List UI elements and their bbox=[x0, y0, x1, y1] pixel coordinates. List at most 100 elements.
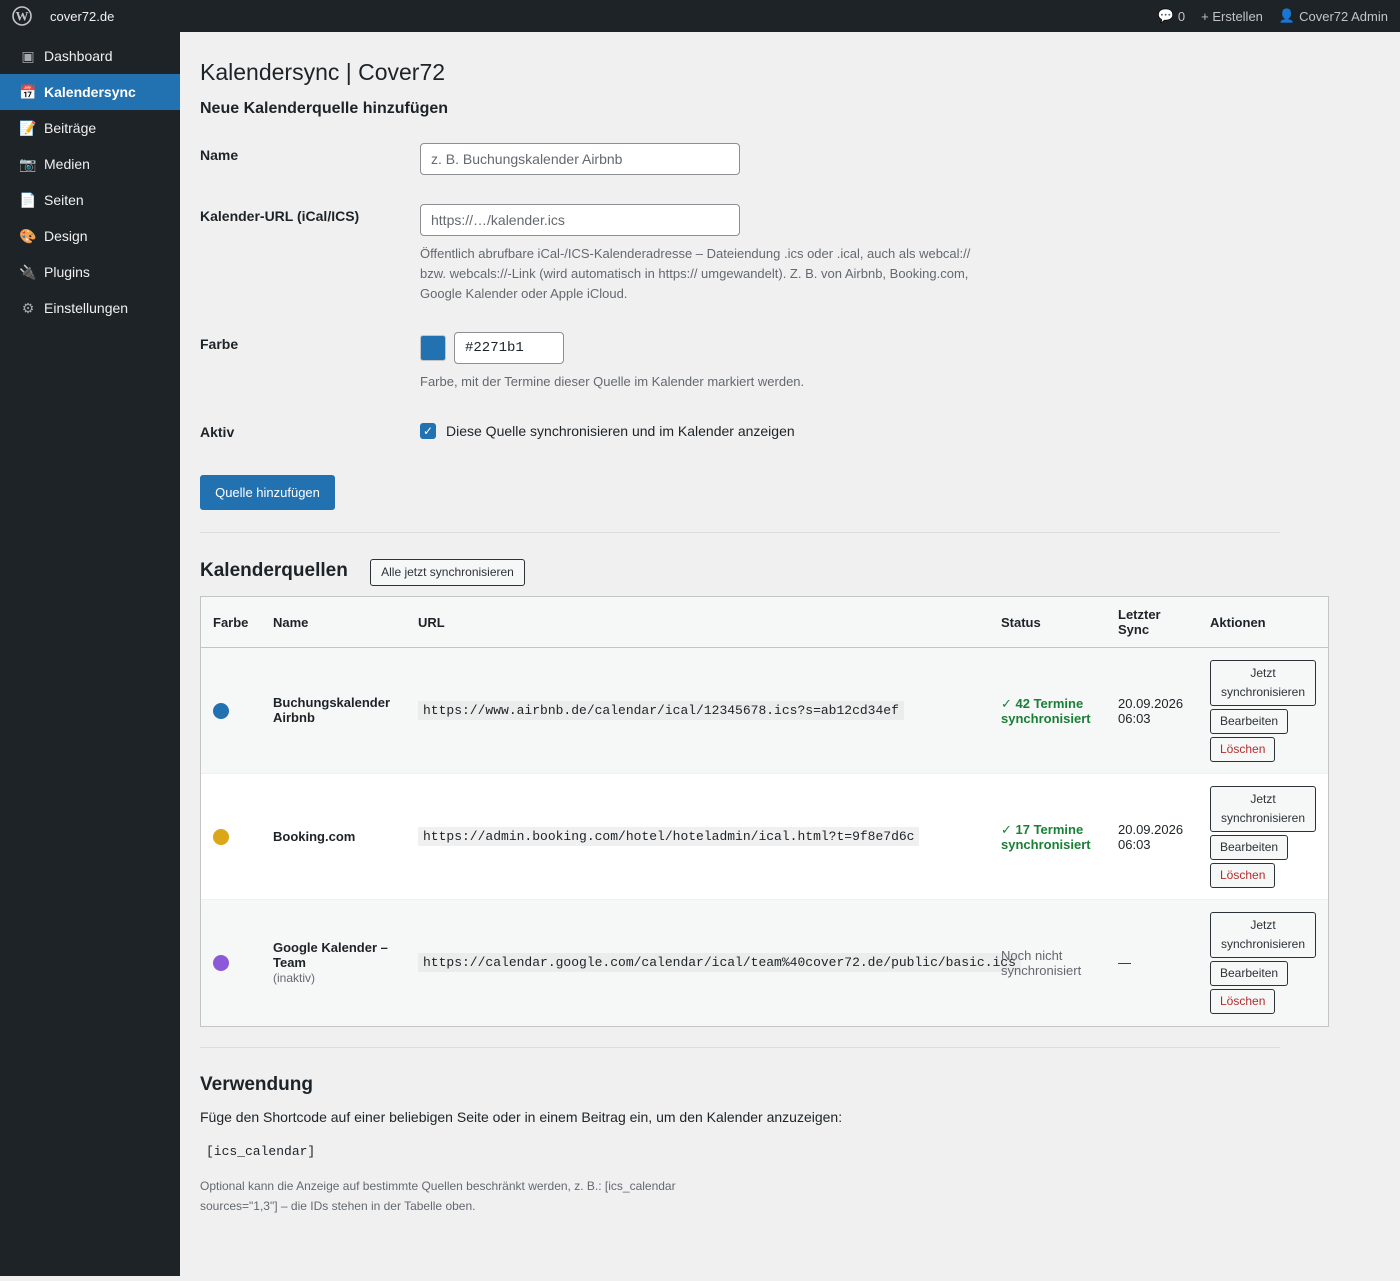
url-description: Öffentlich abrufbare iCal-/ICS-Kalendera… bbox=[420, 246, 971, 301]
edit-button[interactable]: Bearbeiten bbox=[1210, 708, 1289, 734]
main-content: Kalendersync | Cover72 Neue Kalenderquel… bbox=[180, 32, 1400, 1276]
color-description: Farbe, mit der Termine dieser Quelle im … bbox=[420, 374, 805, 389]
status-line2: synchronisiert bbox=[1001, 962, 1082, 978]
delete-button[interactable]: Löschen bbox=[1210, 862, 1276, 888]
delete-button[interactable]: Löschen bbox=[1210, 988, 1276, 1014]
col-last-sync-line2: Sync bbox=[1118, 622, 1150, 637]
user-icon: 👤 bbox=[1278, 8, 1296, 23]
source-url: https://calendar.google.com/calendar/ica… bbox=[418, 953, 1021, 972]
status-line2: synchronisiert bbox=[1001, 710, 1091, 726]
media-icon: 📷 bbox=[19, 155, 37, 172]
source-name-line2: Airbnb bbox=[273, 710, 315, 725]
sidebar-item-label: Einstellungen bbox=[44, 300, 129, 316]
col-last-sync-line1: Letzter bbox=[1118, 607, 1161, 622]
comments-count: 0 bbox=[1177, 8, 1186, 24]
admin-bar: W cover72.de 💬 0 + Erstellen 👤 Cover72 A… bbox=[0, 0, 1400, 32]
last-sync-date: 20.09.2026 bbox=[1118, 821, 1184, 837]
sync-now-line2: synchronisieren bbox=[1220, 810, 1306, 825]
source-color-dot bbox=[213, 702, 229, 719]
url-label: Kalender-URL (iCal/ICS) bbox=[200, 208, 360, 224]
sync-now-line2: synchronisieren bbox=[1220, 936, 1306, 951]
divider bbox=[200, 532, 1280, 533]
active-checkbox-label[interactable]: Diese Quelle synchronisieren und im Kale… bbox=[446, 423, 795, 439]
edit-button[interactable]: Bearbeiten bbox=[1210, 960, 1289, 986]
sync-now-button[interactable]: Jetzt synchronisieren bbox=[1210, 911, 1316, 958]
divider bbox=[200, 1047, 1280, 1048]
table-row: Buchungskalender Airbnb https://www.airbnb… bbox=[201, 648, 1328, 774]
sidebar-item-label: Kalendersync bbox=[44, 84, 136, 100]
col-actions: Aktionen bbox=[1210, 614, 1266, 630]
sidebar-item-einstellungen[interactable]: ⚙ Einstellungen bbox=[0, 290, 180, 326]
create-new-link[interactable]: + Erstellen bbox=[1201, 9, 1263, 24]
sidebar-item-beiträge[interactable]: 📝 Beiträge bbox=[0, 110, 180, 146]
name-cell: Buchungskalender Airbnb bbox=[273, 648, 408, 773]
last-sync-time: 06:03 bbox=[1118, 710, 1151, 726]
dashboard-icon: ▣ bbox=[21, 47, 35, 64]
url-input[interactable]: https://…/kalender.ics bbox=[420, 204, 740, 236]
last-sync-date: — bbox=[1118, 955, 1131, 970]
source-name-line1: Booking.com bbox=[273, 828, 356, 844]
sidebar-item-medien[interactable]: 📷 Medien bbox=[0, 146, 180, 182]
svg-text:W: W bbox=[16, 9, 29, 24]
source-inactive-note: (inaktiv) bbox=[273, 970, 316, 985]
add-source-heading: Neue Kalenderquelle hinzufügen bbox=[200, 99, 449, 117]
sidebar-item-label: Medien bbox=[44, 156, 90, 172]
color-cell bbox=[213, 648, 229, 773]
active-checkbox[interactable]: ✓ bbox=[420, 423, 436, 439]
settings-icon: ⚙ bbox=[21, 299, 35, 316]
comments-link[interactable]: 💬 0 bbox=[1158, 8, 1185, 24]
user-name: Cover72 Admin bbox=[1299, 8, 1388, 24]
name-label: Name bbox=[200, 147, 239, 163]
sync-now-button[interactable]: Jetzt synchronisieren bbox=[1210, 659, 1316, 706]
status-line1: ✓ 42 Termine bbox=[1001, 695, 1084, 711]
edit-button[interactable]: Bearbeiten bbox=[1210, 834, 1289, 860]
url-cell: https://www.airbnb.de/calendar/ical/1234… bbox=[418, 648, 904, 773]
actions-cell: Jetzt synchronisieren Bearbeiten Löschen bbox=[1210, 900, 1316, 1025]
color-label: Farbe bbox=[200, 336, 239, 352]
name-input[interactable]: z. B. Buchungskalender Airbnb bbox=[420, 143, 740, 175]
status-line2: synchronisiert bbox=[1001, 836, 1091, 852]
sync-all-button[interactable]: Alle jetzt synchronisieren bbox=[370, 559, 525, 586]
sidebar-item-label: Dashboard bbox=[44, 48, 113, 64]
col-url: URL bbox=[418, 614, 445, 630]
sync-now-line1: Jetzt bbox=[1250, 917, 1276, 932]
sidebar-item-label: Plugins bbox=[44, 264, 90, 280]
delete-button[interactable]: Löschen bbox=[1210, 736, 1276, 762]
sidebar-item-seiten[interactable]: 📄 Seiten bbox=[0, 182, 180, 218]
sources-heading: Kalenderquellen bbox=[200, 560, 348, 581]
sidebar-item-plugins[interactable]: 🔌 Plugins bbox=[0, 254, 180, 290]
usage-heading: Verwendung bbox=[200, 1074, 313, 1095]
last-sync-cell: 20.09.2026 06:03 bbox=[1118, 648, 1183, 773]
last-sync-cell: — bbox=[1118, 900, 1131, 1025]
user-account-link[interactable]: 👤 Cover72 Admin bbox=[1279, 8, 1388, 24]
usage-note: Optional kann die Anzeige auf bestimmte … bbox=[200, 1179, 676, 1213]
source-url: https://admin.booking.com/hotel/hoteladm… bbox=[418, 827, 920, 846]
name-cell: Google Kalender – Team (inaktiv) bbox=[273, 900, 408, 1025]
table-header: Farbe Name URL Status Letzter Sync Aktio… bbox=[201, 597, 1328, 648]
add-source-button[interactable]: Quelle hinzufügen bbox=[200, 475, 335, 510]
sidebar-item-kalendersync[interactable]: 📅 Kalendersync bbox=[0, 74, 180, 110]
name-cell: Booking.com bbox=[273, 774, 408, 899]
sources-table: Farbe Name URL Status Letzter Sync Aktio… bbox=[200, 596, 1329, 1027]
status-line1: ✓ 17 Termine bbox=[1001, 821, 1084, 837]
sidebar-item-dashboard[interactable]: ▣ Dashboard bbox=[0, 38, 180, 74]
checkmark-icon: ✓ bbox=[422, 424, 434, 438]
page-title: Kalendersync | Cover72 bbox=[200, 59, 446, 85]
color-swatch-button[interactable] bbox=[420, 335, 446, 361]
status-cell: Noch nicht synchronisiert bbox=[1001, 900, 1081, 1025]
sync-now-line2: synchronisieren bbox=[1220, 684, 1306, 699]
design-icon: 🎨 bbox=[19, 227, 37, 244]
active-label: Aktiv bbox=[200, 424, 235, 440]
sidebar-item-design[interactable]: 🎨 Design bbox=[0, 218, 180, 254]
sync-now-button[interactable]: Jetzt synchronisieren bbox=[1210, 785, 1316, 832]
site-name-link[interactable]: cover72.de bbox=[50, 9, 114, 24]
wordpress-logo-icon[interactable]: W bbox=[11, 5, 33, 27]
actions-cell: Jetzt synchronisieren Bearbeiten Löschen bbox=[1210, 648, 1316, 773]
plugins-icon: 🔌 bbox=[19, 263, 37, 280]
pages-icon: 📄 bbox=[19, 191, 37, 208]
table-body: Buchungskalender Airbnb https://www.airbnb… bbox=[201, 648, 1328, 1026]
admin-menu: ▣ Dashboard 📅 Kalendersync 📝 Beiträge 📷 Medien 📄… bbox=[0, 32, 180, 326]
color-hex-input[interactable]: #2271b1 bbox=[454, 332, 564, 364]
sidebar-item-label: Design bbox=[44, 228, 88, 244]
sync-now-line1: Jetzt bbox=[1250, 665, 1276, 680]
